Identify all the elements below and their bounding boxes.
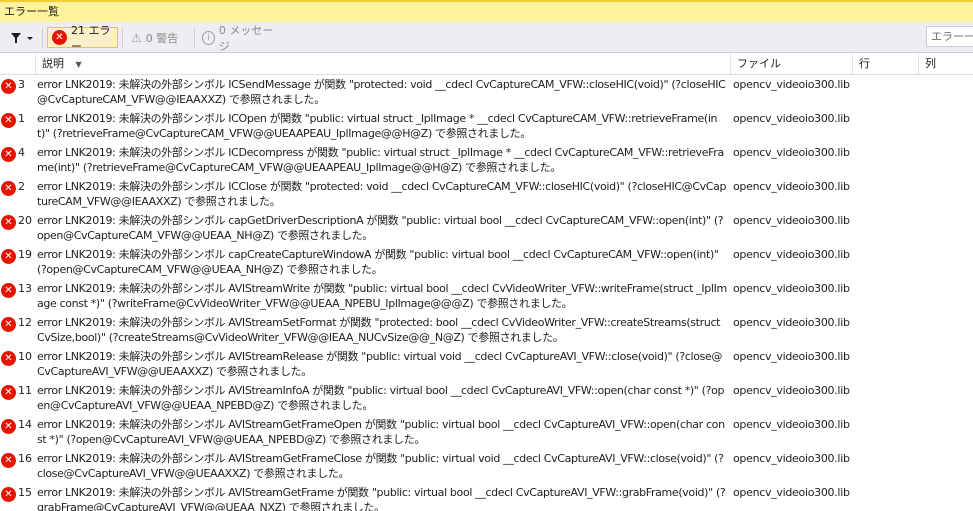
error-number: 13 [18, 282, 32, 295]
error-file: opencv_videoio300.lib [733, 180, 850, 193]
error-file: opencv_videoio300.lib [733, 78, 850, 91]
error-file: opencv_videoio300.lib [733, 146, 850, 159]
table-row[interactable]: ✕ 3 error LNK2019: 未解決の外部シンボル ICSendMess… [0, 75, 973, 109]
table-row[interactable]: ✕ 20 error LNK2019: 未解決の外部シンボル capGetDri… [0, 211, 973, 245]
error-file: opencv_videoio300.lib [733, 418, 850, 431]
error-icon: ✕ [1, 419, 16, 434]
error-description: error LNK2019: 未解決の外部シンボル ICSendMessage … [37, 78, 726, 106]
error-number: 14 [18, 418, 32, 431]
error-file: opencv_videoio300.lib [733, 316, 850, 329]
error-description: error LNK2019: 未解決の外部シンボル AVIStreamGetFr… [37, 486, 726, 511]
error-icon: ✕ [1, 79, 16, 94]
warnings-filter-button[interactable]: ⚠ 0 警告 [127, 27, 191, 48]
error-file: opencv_videoio300.lib [733, 452, 850, 465]
error-icon: ✕ [1, 147, 16, 162]
error-description: error LNK2019: 未解決の外部シンボル ICClose が関数 "p… [37, 180, 727, 208]
toolbar: ✕ 21 エラー ⚠ 0 警告 i 0 メッセージ [0, 22, 973, 53]
error-description: error LNK2019: 未解決の外部シンボル ICDecompress が… [37, 146, 724, 174]
error-icon: ✕ [1, 385, 16, 400]
error-description: error LNK2019: 未解決の外部シンボル AVIStreamWrite… [37, 282, 727, 310]
error-description: error LNK2019: 未解決の外部シンボル AVIStreamInfoA… [37, 384, 725, 412]
column-header-description[interactable]: 説明 ▼ [35, 53, 730, 74]
error-number: 10 [18, 350, 32, 363]
error-icon: ✕ [1, 181, 16, 196]
error-description: error LNK2019: 未解決の外部シンボル AVIStreamGetFr… [37, 418, 725, 446]
messages-filter-label: 0 メッセージ [218, 23, 274, 53]
errors-filter-label: 21 エラー [71, 23, 111, 53]
warning-icon: ⚠ [131, 30, 142, 45]
error-number: 2 [18, 180, 25, 193]
table-row[interactable]: ✕ 16 error LNK2019: 未解決の外部シンボル AVIStream… [0, 449, 973, 483]
error-file: opencv_videoio300.lib [733, 248, 850, 261]
error-description: error LNK2019: 未解決の外部シンボル capGetDriverDe… [37, 214, 724, 242]
sort-descending-icon: ▼ [75, 60, 82, 69]
error-description: error LNK2019: 未解決の外部シンボル AVIStreamSetFo… [37, 316, 721, 344]
column-header-column[interactable]: 列 [918, 53, 973, 74]
column-header-file[interactable]: ファイル [730, 53, 852, 74]
error-number: 12 [18, 316, 32, 329]
error-file: opencv_videoio300.lib [733, 112, 850, 125]
error-file: opencv_videoio300.lib [733, 350, 850, 363]
toolbar-separator [122, 28, 123, 48]
error-icon: ✕ [1, 215, 16, 230]
error-icon: ✕ [1, 453, 16, 468]
error-icon: ✕ [1, 249, 16, 264]
table-row[interactable]: ✕ 13 error LNK2019: 未解決の外部シンボル AVIStream… [0, 279, 973, 313]
table-row[interactable]: ✕ 19 error LNK2019: 未解決の外部シンボル capCreate… [0, 245, 973, 279]
error-number: 20 [18, 214, 32, 227]
error-icon: ✕ [1, 487, 16, 502]
error-list: ✕ 3 error LNK2019: 未解決の外部シンボル ICSendMess… [0, 75, 973, 511]
filter-icon [11, 33, 33, 43]
error-icon: ✕ [1, 113, 16, 128]
info-icon: i [202, 30, 215, 45]
error-number: 11 [18, 384, 32, 397]
table-row[interactable]: ✕ 15 error LNK2019: 未解決の外部シンボル AVIStream… [0, 483, 973, 511]
error-number: 3 [18, 78, 25, 91]
error-file: opencv_videoio300.lib [733, 214, 850, 227]
toolbar-separator [42, 28, 43, 48]
error-number: 4 [18, 146, 25, 159]
error-description: error LNK2019: 未解決の外部シンボル AVIStreamGetFr… [37, 452, 724, 480]
error-number: 1 [18, 112, 25, 125]
column-header-line[interactable]: 行 [852, 53, 918, 74]
error-number: 19 [18, 248, 32, 261]
error-icon: ✕ [1, 283, 16, 298]
messages-filter-button[interactable]: i 0 メッセージ [198, 24, 282, 53]
column-header-description-label: 説明 [42, 57, 64, 70]
error-icon: ✕ [1, 317, 16, 332]
panel-title: エラー一覧 [0, 0, 973, 22]
table-row[interactable]: ✕ 4 error LNK2019: 未解決の外部シンボル ICDecompre… [0, 143, 973, 177]
error-number: 16 [18, 452, 32, 465]
column-header-icon[interactable] [0, 53, 35, 74]
toolbar-separator [194, 28, 195, 48]
error-file: opencv_videoio300.lib [733, 282, 850, 295]
table-row[interactable]: ✕ 12 error LNK2019: 未解決の外部シンボル AVIStream… [0, 313, 973, 347]
table-row[interactable]: ✕ 11 error LNK2019: 未解決の外部シンボル AVIStream… [0, 381, 973, 415]
table-row[interactable]: ✕ 1 error LNK2019: 未解決の外部シンボル ICOpen が関数… [0, 109, 973, 143]
search-input[interactable] [926, 26, 973, 47]
warnings-filter-label: 0 警告 [145, 31, 179, 45]
table-row[interactable]: ✕ 14 error LNK2019: 未解決の外部シンボル AVIStream… [0, 415, 973, 449]
error-description: error LNK2019: 未解決の外部シンボル AVIStreamRelea… [37, 350, 723, 378]
error-file: opencv_videoio300.lib [733, 384, 850, 397]
errors-filter-button[interactable]: ✕ 21 エラー [47, 24, 118, 53]
error-number: 15 [18, 486, 32, 499]
error-icon: ✕ [1, 351, 16, 366]
table-row[interactable]: ✕ 10 error LNK2019: 未解決の外部シンボル AVIStream… [0, 347, 973, 381]
table-row[interactable]: ✕ 2 error LNK2019: 未解決の外部シンボル ICClose が関… [0, 177, 973, 211]
column-header-row: 説明 ▼ ファイル 行 列 [0, 53, 973, 75]
error-description: error LNK2019: 未解決の外部シンボル ICOpen が関数 "pu… [37, 112, 718, 140]
error-file: opencv_videoio300.lib [733, 486, 850, 499]
error-description: error LNK2019: 未解決の外部シンボル capCreateCaptu… [37, 248, 719, 276]
error-icon: ✕ [52, 30, 67, 45]
filter-dropdown-button[interactable] [8, 30, 36, 46]
